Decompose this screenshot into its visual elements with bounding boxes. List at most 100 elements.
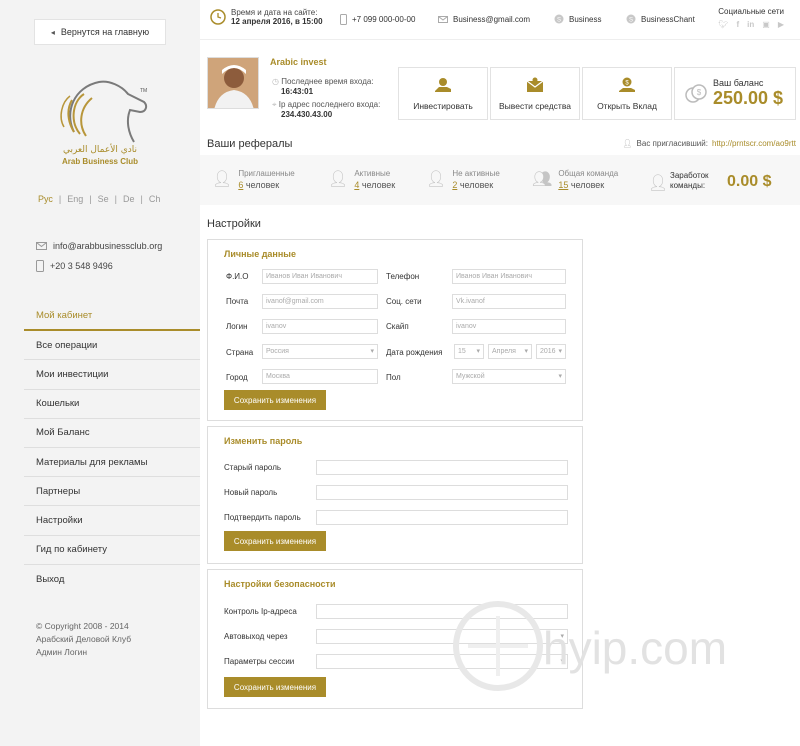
back-to-home-button[interactable]: ◂ Вернутся на главную <box>34 19 166 45</box>
ref-invited-label: Приглашенные <box>238 169 295 178</box>
hand-coin-icon <box>435 77 451 92</box>
social-field[interactable]: Vk.ivanof <box>452 294 566 309</box>
change-password-title: Изменить пароль <box>224 436 303 446</box>
open-deposit-label: Открыть Вклад <box>597 100 657 111</box>
nav-ad-materials[interactable]: Материалы для рекламы <box>24 448 200 478</box>
session-select[interactable] <box>316 654 568 669</box>
phone-icon <box>36 260 44 272</box>
lang-de[interactable]: De <box>123 194 135 204</box>
country-select[interactable]: Россия <box>262 344 378 359</box>
session-label: Параметры сессии <box>224 657 295 666</box>
user-icon: 👤︎ <box>622 139 633 148</box>
copyright: © Copyright 2008 - 2014 Арабский Деловой… <box>36 620 131 659</box>
phone-field[interactable]: Иванов Иван Иванович <box>452 269 566 284</box>
ref-inactive: 👤︎ Не активные 2 человек <box>426 169 500 190</box>
copyright-company: Арабский Деловой Клуб <box>36 634 132 644</box>
lang-ch[interactable]: Ch <box>149 194 161 204</box>
balance-value: 250.00 $ <box>713 88 784 108</box>
new-password-field[interactable] <box>316 485 568 500</box>
youtube-icon[interactable]: ▶ <box>778 20 784 29</box>
last-login-label: Последнее время входа: <box>281 77 374 86</box>
open-deposit-button[interactable]: $ Открыть Вклад <box>582 67 672 120</box>
location-icon: ⌖ <box>272 100 277 109</box>
lang-en[interactable]: Eng <box>67 194 83 204</box>
ref-active-unit: человек <box>361 180 396 190</box>
twitter-icon[interactable]: 🐦︎ <box>718 20 728 29</box>
datetime-label: Время и дата на сайте: <box>231 8 318 17</box>
confirm-password-field[interactable] <box>316 510 568 525</box>
nav-my-balance[interactable]: Мой Баланс <box>24 419 200 448</box>
instagram-icon[interactable]: ▣ <box>762 20 770 29</box>
envelope-icon <box>36 242 47 250</box>
ref-active: 👤︎ Активные 4 человек <box>328 169 395 190</box>
team-earnings-label: Заработок команды: <box>670 171 709 191</box>
nav-partners[interactable]: Партнеры <box>24 477 200 507</box>
nav-logout[interactable]: Выход <box>24 565 200 594</box>
hand-dollar-icon: $ <box>619 77 635 92</box>
personal-data-title: Личные данные <box>224 249 296 259</box>
nav-settings[interactable]: Настройки <box>24 506 200 536</box>
security-title: Настройки безопасности <box>224 579 336 589</box>
nav-all-operations[interactable]: Все операции <box>24 331 200 361</box>
top-bar: Время и дата на сайте: 12 апреля 2016, в… <box>200 0 800 40</box>
security-panel: Настройки безопасности Контроль Ip-адрес… <box>207 569 583 709</box>
ip-control-field[interactable] <box>316 604 568 619</box>
autologout-select[interactable] <box>316 629 568 644</box>
nav-wallets[interactable]: Кошельки <box>24 390 200 419</box>
save-personal-button[interactable]: Сохранить изменения <box>224 390 326 410</box>
skype-1-text[interactable]: Business <box>569 15 601 24</box>
city-field[interactable]: Москва <box>262 369 378 384</box>
save-security-button[interactable]: Сохранить изменения <box>224 677 326 697</box>
birth-day-select[interactable]: 15 <box>454 344 484 359</box>
sidebar-phone-text: +20 3 548 9496 <box>50 261 113 271</box>
balance-label: Ваш баланс <box>713 78 764 88</box>
linkedin-icon[interactable]: in <box>747 20 754 29</box>
clock-icon <box>210 9 226 25</box>
topbar-skype-2: S BusinessChant <box>626 14 695 24</box>
withdraw-button[interactable]: Вывести средства <box>490 67 580 120</box>
lang-ru[interactable]: Рус <box>38 194 53 204</box>
inviter-label: Вас пригласивший: <box>636 139 708 148</box>
inviter-link[interactable]: http://prntscr.com/ao9rtt <box>712 139 796 148</box>
change-password-panel: Изменить пароль Старый пароль Новый паро… <box>207 426 583 564</box>
referrals-bar: 👤︎ Приглашенные 6 человек 👤︎ Активные 4 … <box>200 155 800 205</box>
login-field[interactable]: ivanov <box>262 319 378 334</box>
ref-active-count[interactable]: 4 <box>354 180 359 190</box>
arrow-left-icon: ◂ <box>50 27 55 37</box>
save-password-button[interactable]: Сохранить изменения <box>224 531 326 551</box>
skype-2-text[interactable]: BusinessChant <box>641 15 695 24</box>
fio-field[interactable]: Иванов Иван Иванович <box>262 269 378 284</box>
birth-year-select[interactable]: 2016 <box>536 344 566 359</box>
topbar-email: Business@gmail.com <box>438 15 530 24</box>
ref-team-label: Общая команда <box>558 169 619 178</box>
old-password-field[interactable] <box>316 460 568 475</box>
skype-icon: S <box>554 14 564 24</box>
facebook-icon[interactable]: f <box>737 20 740 29</box>
social-networks: Социальные сети 🐦︎ f in ▣ ▶ <box>718 7 784 29</box>
last-login-value: 16:43:01 <box>281 87 314 96</box>
envelope-icon <box>438 16 448 23</box>
skype-field[interactable]: ivanov <box>452 319 566 334</box>
fio-label: Ф.И.О <box>226 272 249 281</box>
birth-month-select[interactable]: Апреля <box>488 344 532 359</box>
email-field[interactable]: ivanof@gmail.com <box>262 294 378 309</box>
ref-team-count[interactable]: 15 <box>558 180 568 190</box>
lang-se[interactable]: Se <box>98 194 109 204</box>
ref-inactive-count[interactable]: 2 <box>452 180 457 190</box>
nav-cabinet-guide[interactable]: Гид по кабинету <box>24 536 200 565</box>
ref-inactive-label: Не активные <box>452 169 500 178</box>
team-earnings-value: 0.00 $ <box>727 173 772 190</box>
ref-invited-count[interactable]: 6 <box>238 180 243 190</box>
ref-inactive-unit: человек <box>459 180 494 190</box>
topbar-email-text[interactable]: Business@gmail.com <box>453 15 530 24</box>
sidebar-email-text[interactable]: info@arabbusinessclub.org <box>53 241 162 251</box>
svg-text:$: $ <box>697 88 702 97</box>
gender-select[interactable]: Мужской <box>452 369 566 384</box>
invest-button[interactable]: Инвестировать <box>398 67 488 120</box>
profile-name: Arabic invest <box>270 57 327 67</box>
clock-icon: ◷ <box>272 77 279 86</box>
ref-active-label: Активные <box>354 169 391 178</box>
city-label: Город <box>226 373 248 382</box>
nav-my-cabinet[interactable]: Мой кабинет <box>24 302 200 332</box>
nav-my-investments[interactable]: Мои инвестиции <box>24 360 200 390</box>
